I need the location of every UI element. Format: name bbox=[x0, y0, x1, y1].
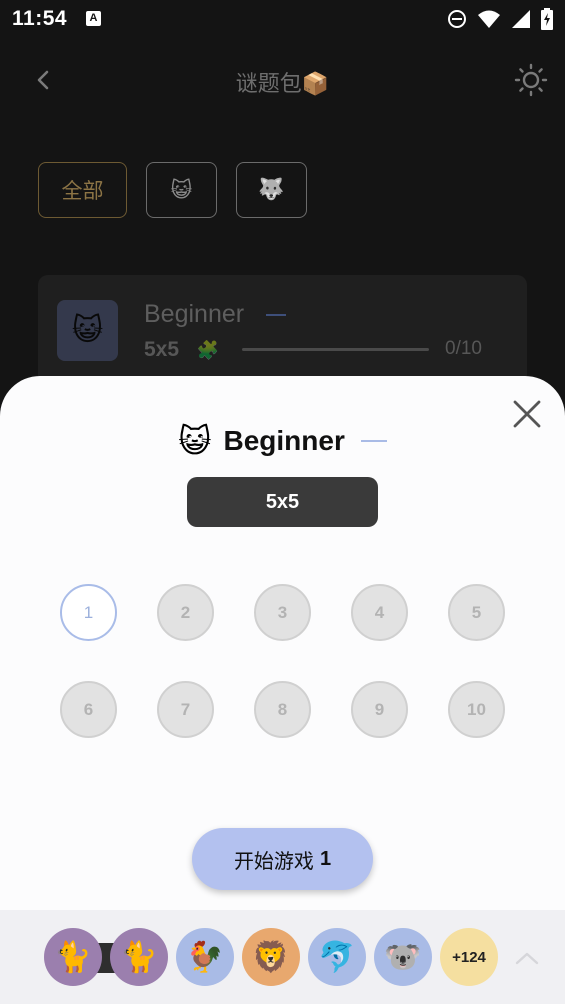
chevron-up-icon[interactable] bbox=[514, 950, 540, 966]
avatar[interactable]: 🦁 bbox=[242, 928, 300, 986]
theme-toggle-sun-icon[interactable] bbox=[513, 62, 549, 98]
start-game-button[interactable]: 开始游戏 1 bbox=[192, 828, 373, 890]
pack-avatar: 😺 bbox=[57, 300, 118, 361]
page-title: 谜题包📦 bbox=[0, 66, 565, 98]
puzzle-icon: 🧩 bbox=[196, 340, 220, 360]
bottom-avatar-bar: 🐈 🐈 🐓 🦁 🐬 🐨 +124 bbox=[0, 910, 565, 1004]
level-button[interactable]: 9 bbox=[351, 681, 408, 738]
pack-size-text: 5x5 bbox=[144, 338, 180, 361]
pack-progress-text: 0/10 bbox=[445, 338, 482, 359]
avatar[interactable]: 🐓 bbox=[176, 928, 234, 986]
level-button[interactable]: 6 bbox=[60, 681, 117, 738]
signal-icon bbox=[512, 10, 530, 28]
level-button[interactable]: 7 bbox=[157, 681, 214, 738]
level-button[interactable]: 1 bbox=[60, 584, 117, 641]
pack-size: 5x5 🧩 bbox=[144, 338, 219, 362]
filter-row: 全部 😺 🐺 bbox=[38, 162, 307, 218]
more-avatars-count: +124 bbox=[452, 948, 486, 966]
package-icon: 📦 bbox=[301, 71, 330, 96]
avatar[interactable]: 🐬 bbox=[308, 928, 366, 986]
pack-dash bbox=[266, 314, 286, 316]
level-button[interactable]: 3 bbox=[254, 584, 311, 641]
sheet-title-text: Beginner bbox=[223, 425, 345, 456]
start-game-number: 1 bbox=[319, 847, 332, 870]
pack-name: Beginner bbox=[144, 300, 245, 328]
status-time: 11:54 bbox=[12, 7, 68, 30]
level-button[interactable]: 4 bbox=[351, 584, 408, 641]
level-button[interactable]: 2 bbox=[157, 584, 214, 641]
cat-icon: 😺 bbox=[178, 423, 212, 459]
level-button[interactable]: 8 bbox=[254, 681, 311, 738]
status-icons bbox=[447, 8, 553, 30]
wifi-icon bbox=[478, 10, 500, 28]
status-bar: 11:54 A bbox=[0, 0, 565, 38]
avatar[interactable]: 🐨 bbox=[374, 928, 432, 986]
notification-a-icon: A bbox=[86, 11, 101, 26]
filter-chip-all[interactable]: 全部 bbox=[38, 162, 127, 218]
do-not-disturb-icon bbox=[448, 10, 466, 28]
start-game-label: 开始游戏 bbox=[233, 850, 314, 873]
level-button[interactable]: 10 bbox=[448, 681, 505, 738]
header: 谜题包📦 bbox=[0, 52, 565, 112]
filter-chip-wolf[interactable]: 🐺 bbox=[236, 162, 307, 218]
filter-chip-cat[interactable]: 😺 bbox=[146, 162, 217, 218]
battery-icon bbox=[541, 8, 553, 30]
more-avatars-badge[interactable]: +124 bbox=[440, 928, 498, 986]
page-title-text: 谜题包 bbox=[235, 71, 302, 96]
level-grid: 1 2 3 4 5 6 7 8 9 10 bbox=[60, 584, 506, 738]
level-button[interactable]: 5 bbox=[448, 584, 505, 641]
avatar[interactable]: 🐈 bbox=[110, 928, 168, 986]
sheet-title: 😺 Beginner bbox=[0, 422, 565, 460]
avatar[interactable]: 🐈 bbox=[44, 928, 102, 986]
pack-progress-bar bbox=[242, 348, 429, 351]
sheet-title-dash bbox=[360, 440, 387, 442]
size-selector[interactable]: 5x5 bbox=[187, 477, 378, 527]
